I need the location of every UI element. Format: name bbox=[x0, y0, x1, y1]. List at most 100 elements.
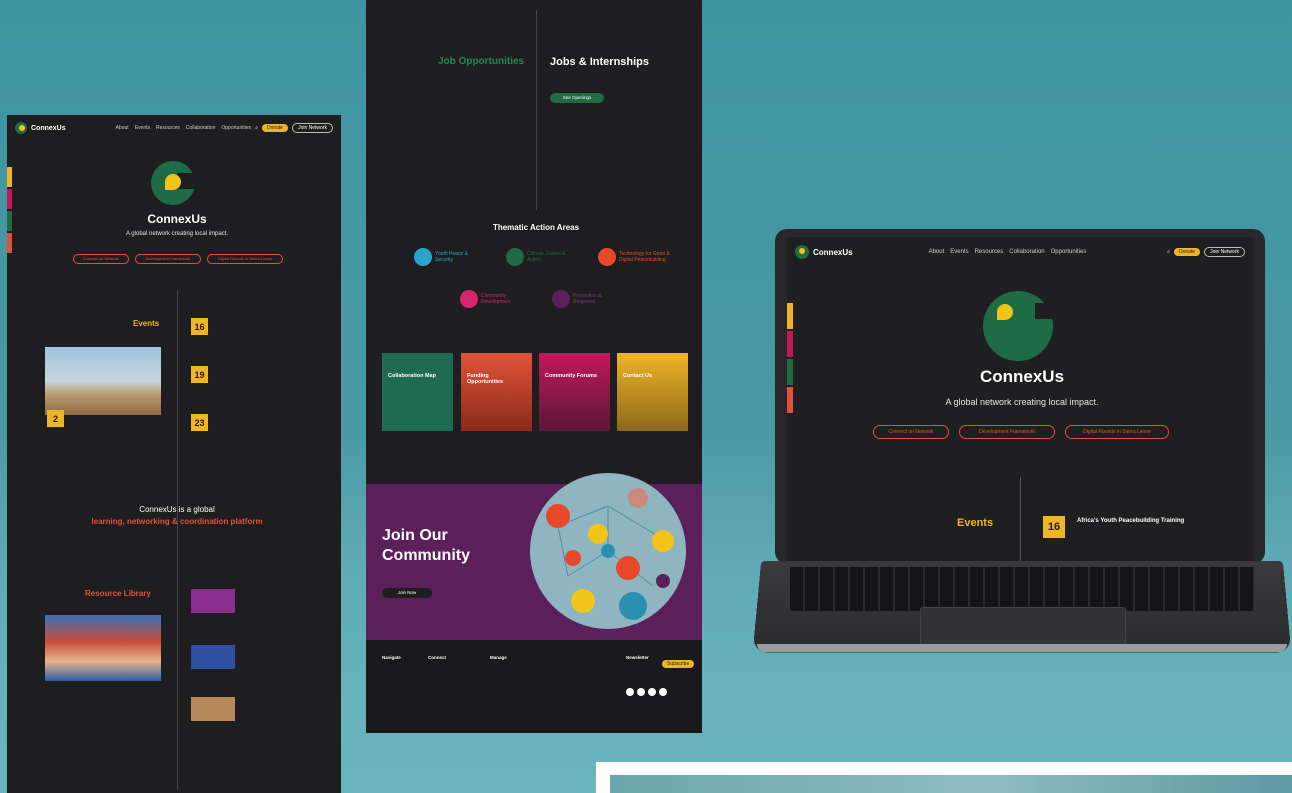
laptop-keyboard bbox=[790, 567, 1254, 611]
nav-link-opportunities[interactable]: Opportunities bbox=[221, 125, 251, 131]
side-tab-orange[interactable] bbox=[7, 233, 12, 253]
connexus-logo-icon[interactable] bbox=[15, 122, 27, 134]
hero-button-2[interactable]: Development Framework bbox=[135, 254, 201, 264]
hero-button-3[interactable]: Digital Rounds in Sierra Leone bbox=[207, 254, 283, 264]
platform-line-1: ConnexUs is a global bbox=[139, 505, 215, 514]
laptop-base-edge bbox=[757, 644, 1287, 652]
timeline-line bbox=[177, 290, 178, 790]
jobs-divider bbox=[536, 10, 537, 210]
area-technology-icon bbox=[598, 248, 616, 266]
side-tab-magenta[interactable] bbox=[7, 189, 12, 209]
join-title: Join Our Community bbox=[382, 527, 470, 564]
card-collaboration-map[interactable]: Collaboration Map bbox=[382, 353, 453, 431]
laptop-event-date: 16 bbox=[1043, 516, 1065, 538]
event-date-3: 23 bbox=[191, 414, 208, 431]
hero-tagline: A global network creating local impact. bbox=[125, 231, 229, 237]
footer-col-connect: Connect bbox=[428, 655, 446, 660]
laptop-nav-events[interactable]: Events bbox=[950, 249, 968, 255]
community-bubble-illustration bbox=[530, 473, 686, 629]
nav-links: About Events Resources Collaboration Opp… bbox=[116, 125, 252, 131]
card-contact[interactable]: Contact Us bbox=[617, 353, 688, 431]
top-nav: ConnexUs About Events Resources Collabor… bbox=[7, 115, 341, 141]
linkedin-icon[interactable] bbox=[659, 688, 667, 696]
nav-link-events[interactable]: Events bbox=[135, 125, 150, 131]
area-climate[interactable]: Climate Justice & Action bbox=[506, 248, 567, 266]
card-forums[interactable]: Community Forums bbox=[539, 353, 610, 431]
laptop-side-tab-orange[interactable] bbox=[787, 387, 793, 413]
laptop-search-icon[interactable]: ⌕ bbox=[1167, 249, 1170, 255]
laptop-trackpad bbox=[920, 607, 1126, 645]
laptop-side-tab-magenta[interactable] bbox=[787, 331, 793, 357]
laptop-nav-actions: ⌕ Donate Join Network bbox=[1167, 247, 1245, 257]
twitter-icon[interactable] bbox=[637, 688, 645, 696]
nav-link-about[interactable]: About bbox=[116, 125, 129, 131]
donate-button[interactable]: Donate bbox=[261, 124, 289, 132]
social-icons bbox=[626, 688, 667, 696]
hero-logo-icon bbox=[151, 161, 197, 205]
area-technology[interactable]: Technology for Good & Digital Peacebuild… bbox=[598, 248, 675, 266]
area-community[interactable]: Community Development bbox=[460, 290, 521, 308]
nav-actions: ⌕ Donate Join Network bbox=[255, 123, 333, 133]
mockup-mid-opportunities: Job Opportunities Jobs & Internships See… bbox=[366, 0, 702, 733]
footer: Navigate Connect Manage Newsletter Subsc… bbox=[366, 640, 702, 733]
subscribe-button[interactable]: Subscribe bbox=[662, 660, 695, 668]
card-funding[interactable]: Funding Opportunities bbox=[461, 353, 532, 431]
laptop-nav-opportunities[interactable]: Opportunities bbox=[1051, 249, 1087, 255]
area-prevention[interactable]: Prevention & Response bbox=[552, 290, 613, 308]
resource-library-title: Resource Library bbox=[85, 589, 151, 598]
laptop-hero-tagline: A global network creating local impact. bbox=[945, 397, 1099, 407]
jobs-internships-title: Jobs & Internships bbox=[550, 56, 650, 68]
event-date-1: 16 bbox=[191, 318, 208, 335]
platform-line-2: learning, networking & coordination plat… bbox=[91, 517, 263, 526]
laptop-join-button[interactable]: Join Network bbox=[1204, 247, 1245, 257]
footer-col-newsletter: Newsletter bbox=[626, 655, 649, 660]
join-network-button[interactable]: Join Network bbox=[292, 123, 333, 133]
laptop-screen: ConnexUs About Events Resources Collabor… bbox=[787, 237, 1253, 562]
laptop-hero-button-1[interactable]: Connect on Network bbox=[873, 425, 949, 439]
photo-preview bbox=[610, 775, 1292, 793]
resource-photo[interactable] bbox=[45, 615, 161, 681]
brand-name[interactable]: ConnexUs bbox=[31, 125, 66, 132]
instagram-icon[interactable] bbox=[648, 688, 656, 696]
see-openings-button[interactable]: See Openings bbox=[550, 93, 604, 103]
nav-link-collaboration[interactable]: Collaboration bbox=[186, 125, 215, 131]
resource-thumb-2[interactable] bbox=[191, 645, 235, 669]
job-opportunities-title: Job Opportunities bbox=[438, 56, 525, 67]
laptop-brand-name[interactable]: ConnexUs bbox=[813, 248, 853, 257]
area-youth-peace[interactable]: Youth Peace & Security bbox=[414, 248, 475, 266]
area-youth-icon bbox=[414, 248, 432, 266]
area-climate-icon bbox=[506, 248, 524, 266]
search-icon[interactable]: ⌕ bbox=[255, 125, 258, 131]
resource-thumb-3[interactable] bbox=[191, 697, 235, 721]
laptop-donate-button[interactable]: Donate bbox=[1173, 248, 1201, 256]
join-now-button[interactable]: Join Now bbox=[382, 588, 432, 598]
laptop-hero-logo-icon bbox=[983, 291, 1055, 361]
laptop-hero-title: ConnexUs bbox=[979, 367, 1065, 386]
hero-button-1[interactable]: Connect on Network bbox=[73, 254, 129, 264]
laptop-nav-links: About Events Resources Collaboration Opp… bbox=[929, 249, 1087, 255]
facebook-icon[interactable] bbox=[626, 688, 634, 696]
thematic-title: Thematic Action Areas bbox=[492, 223, 580, 232]
event-date-badge: 2 bbox=[47, 410, 64, 427]
laptop-hero-button-3[interactable]: Digital Rounds in Sierra Leone bbox=[1065, 425, 1169, 439]
laptop-nav-collaboration[interactable]: Collaboration bbox=[1009, 249, 1044, 255]
nav-link-resources[interactable]: Resources bbox=[156, 125, 180, 131]
laptop-timeline-line bbox=[1020, 477, 1021, 562]
footer-col-navigate: Navigate bbox=[382, 655, 401, 660]
resource-thumb-1[interactable] bbox=[191, 589, 235, 613]
laptop-events-title: Events bbox=[957, 517, 994, 529]
side-tab-yellow[interactable] bbox=[7, 167, 12, 187]
laptop-nav-resources[interactable]: Resources bbox=[975, 249, 1004, 255]
event-photo bbox=[45, 347, 161, 415]
laptop-side-tab-yellow[interactable] bbox=[787, 303, 793, 329]
side-tab-green[interactable] bbox=[7, 211, 12, 231]
laptop-nav-about[interactable]: About bbox=[929, 249, 945, 255]
hero-title: ConnexUs bbox=[147, 212, 207, 226]
join-section: Join Our Community Join Now bbox=[366, 473, 702, 640]
laptop-hero-button-2[interactable]: Development Framework bbox=[959, 425, 1055, 439]
event-date-2: 19 bbox=[191, 366, 208, 383]
mockup-left-homepage: ConnexUs About Events Resources Collabor… bbox=[7, 115, 341, 793]
laptop-logo-icon[interactable] bbox=[795, 245, 809, 259]
laptop-side-tab-green[interactable] bbox=[787, 359, 793, 385]
laptop-event-heading[interactable]: Africa's Youth Peacebuilding Training bbox=[1077, 518, 1184, 524]
